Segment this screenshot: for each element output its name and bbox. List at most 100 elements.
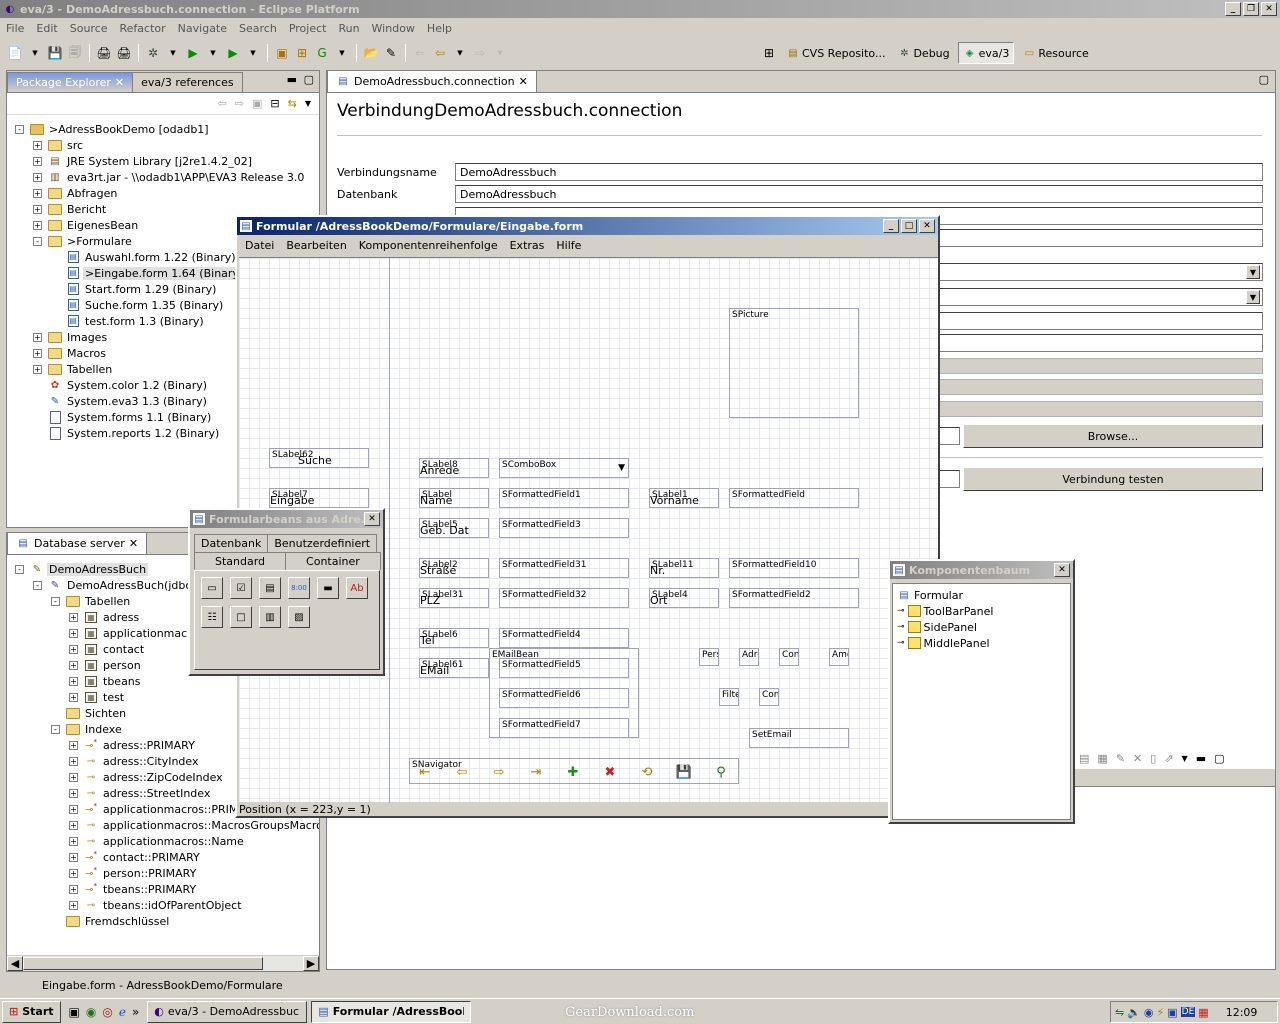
window-title-bar[interactable]: ◐ eva/3 - DemoAdressbuch.connection - Ec… — [0, 0, 1280, 18]
form-component-ame[interactable]: Ame — [829, 648, 849, 666]
clear-icon[interactable]: ▦ — [1097, 752, 1107, 765]
form-component-setemail[interactable]: SetEmail — [749, 728, 849, 748]
search-icon[interactable]: ⚲ — [710, 763, 732, 781]
new-class-icon[interactable]: ⊞ — [293, 44, 311, 62]
tree-item[interactable]: + ⊸ applicationmacros::MacrosGroupsMacros — [69, 817, 319, 833]
task-eclipse[interactable]: ◐eva/3 - DemoAdressbuch.... — [147, 1000, 308, 1023]
tab-package-explorer[interactable]: Package Explorer ✕ — [7, 72, 134, 92]
form-component-scombobox[interactable]: SComboBox ▼ — [499, 458, 629, 478]
delete-icon[interactable]: ✕ — [1133, 752, 1142, 765]
print-preview-icon[interactable]: 🖨 — [115, 44, 133, 62]
tray-icon-1[interactable]: ◉ — [1144, 1006, 1154, 1019]
expand-icon[interactable]: + — [69, 836, 78, 846]
save-icon[interactable]: 💾 — [46, 44, 64, 62]
expand-icon[interactable]: + — [33, 156, 42, 166]
view-menu-icon[interactable]: ▼ — [305, 99, 311, 108]
close-button[interactable]: ✕ — [364, 512, 380, 526]
chevron-down-icon[interactable]: ▼ — [1246, 290, 1260, 304]
form-component-snavigator[interactable]: SNavigator ⇤ ⇦ ⇨ ⇥ ✚ ✖ ⟲ 💾 ⚲ — [409, 758, 739, 784]
tree-item[interactable]: + ⊸* contact::PRIMARY — [69, 849, 202, 865]
tree-item[interactable]: ✿ System.color 1.2 (Binary) — [33, 377, 209, 393]
chevron-down-icon[interactable]: ▼ — [1246, 265, 1260, 279]
tree-item[interactable]: - ✎ DemoAdressBuch(jdbc:m — [33, 577, 208, 593]
scroll-left-button[interactable]: ◀ — [7, 956, 23, 971]
tree-item[interactable]: + ⊸* adress::PRIMARY — [69, 737, 197, 753]
close-button[interactable]: ✕ — [919, 219, 935, 233]
form-component-sformattedfield4[interactable]: SFormattedField4 — [499, 628, 629, 648]
save-icon[interactable]: 💾 — [673, 763, 695, 781]
open-perspective-icon[interactable]: ⊞ — [760, 44, 778, 62]
new-icon[interactable]: 📄 — [6, 44, 24, 62]
form-menu-komponentenreihenfolge[interactable]: Komponentenreihenfolge — [353, 239, 504, 252]
tree-node-toolbarpanel[interactable]: ⊸ ToolBarPanel — [897, 603, 993, 619]
next-record-icon[interactable]: ⇨ — [488, 763, 510, 781]
up-icon[interactable]: ▣ — [252, 97, 262, 110]
expand-icon[interactable]: + — [33, 140, 42, 150]
task-formular[interactable]: ▤Formular /AdressBook... — [311, 1000, 472, 1023]
ie-icon[interactable]: ℯ — [119, 1005, 126, 1019]
maximize-view-icon[interactable]: ▢ — [1214, 752, 1224, 765]
menu-icon[interactable]: ▭ — [201, 577, 223, 599]
prev-record-icon[interactable]: ⇦ — [451, 763, 473, 781]
tree-item[interactable]: System.forms 1.1 (Binary) — [33, 409, 213, 425]
form-component-sformattedfield1[interactable]: SFormattedField1 — [499, 488, 629, 508]
expand-icon[interactable]: + — [33, 332, 42, 342]
collapse-icon[interactable]: - — [51, 724, 60, 734]
tree-item[interactable]: + ⊸* tbeans::PRIMARY — [69, 881, 198, 897]
horizontal-scrollbar[interactable]: ◀ ▶ — [7, 955, 319, 971]
tree-item[interactable]: + Tabellen — [33, 361, 114, 377]
tree-item[interactable]: + EigenesBean — [33, 217, 140, 233]
perspective-debug[interactable]: ✲ Debug — [893, 46, 953, 60]
expand-icon[interactable]: + — [69, 852, 78, 862]
last-record-icon[interactable]: ⇥ — [525, 763, 547, 781]
dropdown-icon[interactable]: ▼ — [451, 44, 469, 62]
expand-icon[interactable]: + — [33, 364, 42, 374]
form-component-slabel61[interactable]: SLabel61 EMail — [419, 658, 489, 678]
tree-node-sidepanel[interactable]: ⊸ SidePanel — [897, 619, 977, 635]
expand-icon[interactable]: + — [33, 348, 42, 358]
tree-item[interactable]: + ▦ contact — [69, 641, 146, 657]
search-icon[interactable]: ✎ — [382, 44, 400, 62]
app-icon-2[interactable]: ◎ — [102, 1005, 112, 1019]
tree-item[interactable]: + ⊸* person::PRIMARY — [69, 865, 198, 881]
panel-icon[interactable]: □ — [230, 606, 252, 628]
expand-icon[interactable]: + — [33, 220, 42, 230]
print-icon[interactable]: 🖨 — [95, 44, 113, 62]
close-icon[interactable]: ✕ — [129, 537, 138, 550]
minimize-view-icon[interactable]: ▬ — [1196, 752, 1206, 765]
form-component-slabel2[interactable]: SLabel2 Straße — [419, 558, 489, 578]
form-component-slabel[interactable]: SLabel Name — [419, 488, 489, 508]
tab-standard[interactable]: Standard — [194, 552, 287, 570]
form-component-adre[interactable]: Adre — [739, 648, 759, 666]
link-editor-icon[interactable]: ⇆ — [288, 97, 297, 110]
tab-container[interactable]: Container — [285, 552, 381, 570]
expand-handle-icon[interactable]: ⊸ — [897, 622, 905, 632]
expand-icon[interactable]: + — [69, 788, 78, 798]
expand-icon[interactable]: + — [69, 660, 78, 670]
menu-help[interactable]: Help — [421, 22, 458, 35]
maximize-editor-icon[interactable]: ▢ — [1259, 73, 1269, 86]
expand-icon[interactable]: + — [69, 820, 78, 830]
expand-icon[interactable]: + — [69, 868, 78, 878]
tab-benutzerdefiniert[interactable]: Benutzerdefiniert — [267, 534, 378, 552]
form-component-slabel11[interactable]: SLabel11 Nr. — [649, 558, 719, 578]
tree-node-formular[interactable]: ▤ Formular — [897, 587, 963, 603]
perspective-resource[interactable]: ▭ Resource — [1018, 46, 1092, 60]
tree-item[interactable]: + ▦ applicationmacros — [69, 625, 206, 641]
form-component-slabel4[interactable]: SLabel4 Ort — [649, 588, 719, 608]
edit-icon[interactable]: ✎ — [1116, 752, 1125, 765]
tree-item[interactable]: + ▦ tbeans — [69, 673, 143, 689]
tab-database-server[interactable]: ▤ Database server ✕ — [7, 532, 148, 554]
tree-item[interactable]: ✎ System.eva3 1.3 (Binary) — [33, 393, 209, 409]
forward-icon[interactable]: ⇨ — [471, 44, 489, 62]
dropdown-1[interactable]: ▼ — [927, 263, 1263, 281]
new-package-icon[interactable]: ▣ — [273, 44, 291, 62]
new-java-icon[interactable]: G — [313, 44, 331, 62]
add-record-icon[interactable]: ✚ — [562, 763, 584, 781]
tree-item[interactable]: + ⊸ adress::StreetIndex — [69, 785, 212, 801]
chevron-down-icon[interactable]: ▼ — [618, 463, 625, 473]
dropdown-2[interactable]: ▼ — [927, 288, 1263, 306]
tree-item[interactable]: Fremdschlüssel — [51, 913, 171, 929]
form-component-sformattedfield3[interactable]: SFormattedField3 — [499, 518, 629, 538]
tray-icon-3[interactable]: ▣ — [1167, 1006, 1177, 1019]
